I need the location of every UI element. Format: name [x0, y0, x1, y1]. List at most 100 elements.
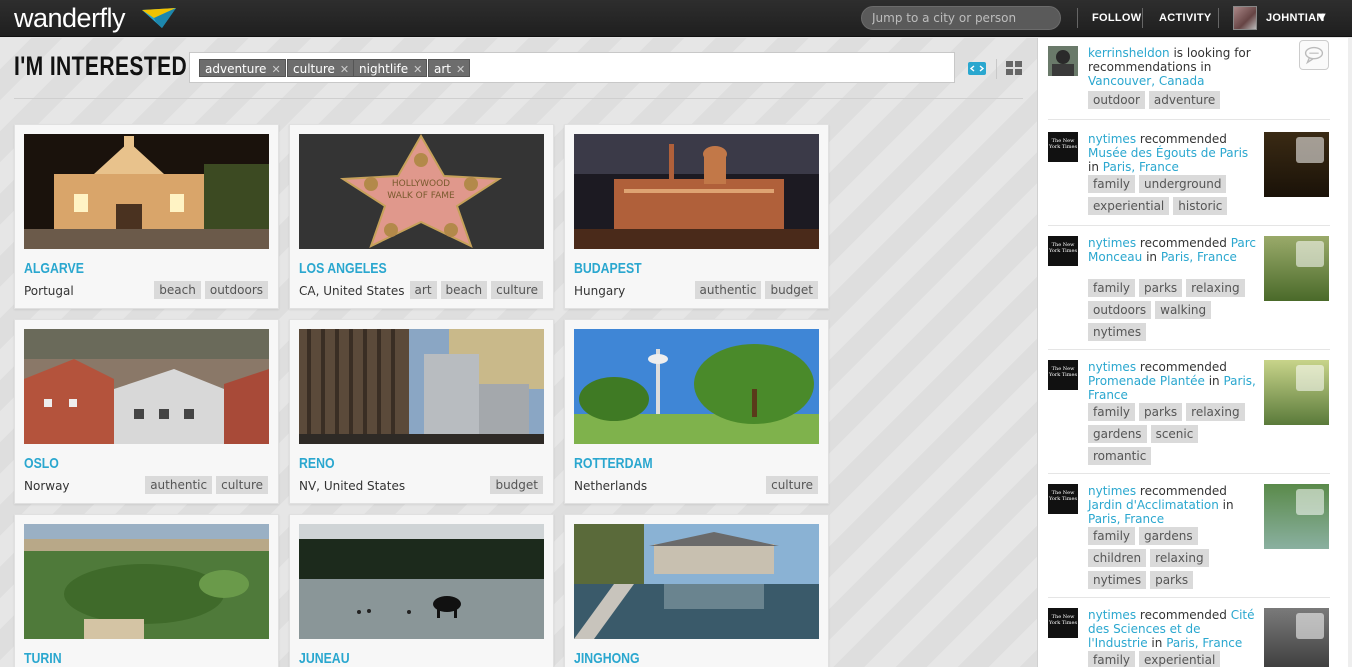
- paper-plane-icon[interactable]: [1296, 241, 1324, 267]
- city-name[interactable]: OSLO: [24, 455, 59, 472]
- tag[interactable]: relaxing: [1150, 549, 1209, 567]
- tag[interactable]: relaxing: [1186, 403, 1245, 421]
- close-icon[interactable]: ✕: [271, 63, 280, 76]
- app-logo[interactable]: wanderfly: [14, 3, 126, 34]
- tag[interactable]: experiential: [1139, 651, 1221, 667]
- destination-card[interactable]: JINGHONG: [564, 514, 829, 667]
- nyt-logo-icon[interactable]: The New York Times: [1048, 236, 1078, 266]
- tag[interactable]: beach: [154, 281, 201, 299]
- destination-card[interactable]: ALGARVE Portugal beach outdoors: [14, 124, 279, 309]
- user-avatar[interactable]: [1048, 46, 1078, 76]
- feed-user-link[interactable]: nytimes: [1088, 360, 1136, 374]
- city-name[interactable]: JINGHONG: [574, 650, 640, 667]
- nyt-logo-icon[interactable]: The New York Times: [1048, 484, 1078, 514]
- tag[interactable]: nytimes: [1088, 323, 1147, 341]
- destination-card[interactable]: JUNEAU: [289, 514, 554, 667]
- place-thumbnail[interactable]: [1264, 236, 1329, 301]
- tag[interactable]: experiential: [1088, 197, 1170, 215]
- destination-card[interactable]: RENO NV, United States budget: [289, 319, 554, 504]
- tag[interactable]: outdoors: [204, 281, 268, 299]
- city-name[interactable]: LOS ANGELES: [299, 260, 387, 277]
- tag[interactable]: nytimes: [1088, 571, 1147, 589]
- destination-card[interactable]: BUDAPEST Hungary authentic budget: [564, 124, 829, 309]
- tag[interactable]: relaxing: [1186, 279, 1245, 297]
- city-name[interactable]: ROTTERDAM: [574, 455, 653, 472]
- tag[interactable]: family: [1088, 403, 1136, 421]
- tag[interactable]: art: [409, 281, 437, 299]
- place-link[interactable]: Promenade Plantée: [1088, 374, 1205, 388]
- nyt-logo-icon[interactable]: The New York Times: [1048, 360, 1078, 390]
- feed-user-link[interactable]: kerrinsheldon: [1088, 46, 1170, 60]
- location-link[interactable]: Paris, France: [1088, 512, 1164, 526]
- city-name[interactable]: BUDAPEST: [574, 260, 642, 277]
- tag[interactable]: gardens: [1088, 425, 1147, 443]
- tag[interactable]: scenic: [1150, 425, 1199, 443]
- paper-plane-icon[interactable]: [1296, 489, 1324, 515]
- location-link[interactable]: Paris, France: [1166, 636, 1242, 650]
- location-link[interactable]: Paris, France: [1161, 250, 1237, 264]
- user-menu[interactable]: JOHNTIAN: [1266, 12, 1325, 24]
- feed-user-link[interactable]: nytimes: [1088, 484, 1136, 498]
- tag[interactable]: parks: [1150, 571, 1194, 589]
- city-name[interactable]: RENO: [299, 455, 335, 472]
- tag[interactable]: culture: [766, 476, 818, 494]
- comment-icon[interactable]: [1299, 40, 1329, 70]
- tag[interactable]: budget: [765, 281, 818, 299]
- tag[interactable]: adventure: [1148, 91, 1221, 109]
- paper-plane-icon[interactable]: [1296, 137, 1324, 163]
- nyt-logo-icon[interactable]: The New York Times: [1048, 132, 1078, 162]
- destination-card[interactable]: OSLO Norway authentic culture: [14, 319, 279, 504]
- feed-user-link[interactable]: nytimes: [1088, 236, 1136, 250]
- city-name[interactable]: TURIN: [24, 650, 62, 667]
- feed-user-link[interactable]: nytimes: [1088, 608, 1136, 622]
- tag[interactable]: family: [1088, 527, 1136, 545]
- close-icon[interactable]: ✕: [340, 63, 349, 76]
- interest-tag-input[interactable]: adventure ✕ culture ✕ nightlife ✕ art ✕: [189, 52, 955, 83]
- close-icon[interactable]: ✕: [413, 63, 422, 76]
- place-link[interactable]: Musée des Égouts de Paris: [1088, 146, 1248, 160]
- tag[interactable]: culture: [216, 476, 268, 494]
- grid-view-icon[interactable]: [1006, 60, 1022, 76]
- city-search-input[interactable]: [861, 6, 1061, 30]
- tag[interactable]: outdoors: [1088, 301, 1152, 319]
- tag[interactable]: outdoor: [1088, 91, 1145, 109]
- close-icon[interactable]: ✕: [456, 63, 465, 76]
- tag[interactable]: parks: [1139, 279, 1183, 297]
- city-name[interactable]: JUNEAU: [299, 650, 350, 667]
- destination-card[interactable]: HOLLYWOOD WALK OF FAME LOS ANGELES CA, U…: [289, 124, 554, 309]
- paper-plane-icon[interactable]: [1296, 613, 1324, 639]
- destination-card[interactable]: TURIN: [14, 514, 279, 667]
- nav-activity[interactable]: ACTIVITY: [1159, 12, 1212, 24]
- destination-card[interactable]: ROTTERDAM Netherlands culture: [564, 319, 829, 504]
- tag[interactable]: family: [1088, 279, 1136, 297]
- tag[interactable]: underground: [1139, 175, 1227, 193]
- tag[interactable]: beach: [440, 281, 488, 299]
- nyt-logo-icon[interactable]: The New York Times: [1048, 608, 1078, 638]
- tag[interactable]: historic: [1173, 197, 1228, 215]
- location-link[interactable]: Vancouver, Canada: [1088, 74, 1205, 88]
- place-thumbnail[interactable]: [1264, 132, 1329, 197]
- chevron-down-icon[interactable]: ▼: [1318, 12, 1326, 23]
- feed-user-link[interactable]: nytimes: [1088, 132, 1136, 146]
- place-thumbnail[interactable]: [1264, 360, 1329, 425]
- tag[interactable]: parks: [1139, 403, 1183, 421]
- tag[interactable]: culture: [491, 281, 543, 299]
- tag[interactable]: gardens: [1139, 527, 1198, 545]
- city-name[interactable]: ALGARVE: [24, 260, 84, 277]
- tag[interactable]: romantic: [1088, 447, 1152, 465]
- tag[interactable]: children: [1088, 549, 1147, 567]
- map-view-icon[interactable]: [968, 62, 986, 75]
- tag[interactable]: family: [1088, 175, 1136, 193]
- tag[interactable]: authentic: [694, 281, 762, 299]
- nav-follow[interactable]: FOLLOW: [1092, 12, 1141, 24]
- location-link[interactable]: Paris, France: [1103, 160, 1179, 174]
- tag[interactable]: budget: [490, 476, 543, 494]
- place-thumbnail[interactable]: [1264, 608, 1329, 667]
- place-thumbnail[interactable]: [1264, 484, 1329, 549]
- tag[interactable]: family: [1088, 651, 1136, 667]
- tag[interactable]: walking: [1155, 301, 1212, 319]
- scrollbar[interactable]: [1348, 38, 1352, 667]
- paper-plane-icon[interactable]: [1296, 365, 1324, 391]
- tag[interactable]: authentic: [145, 476, 213, 494]
- user-avatar[interactable]: [1233, 6, 1257, 30]
